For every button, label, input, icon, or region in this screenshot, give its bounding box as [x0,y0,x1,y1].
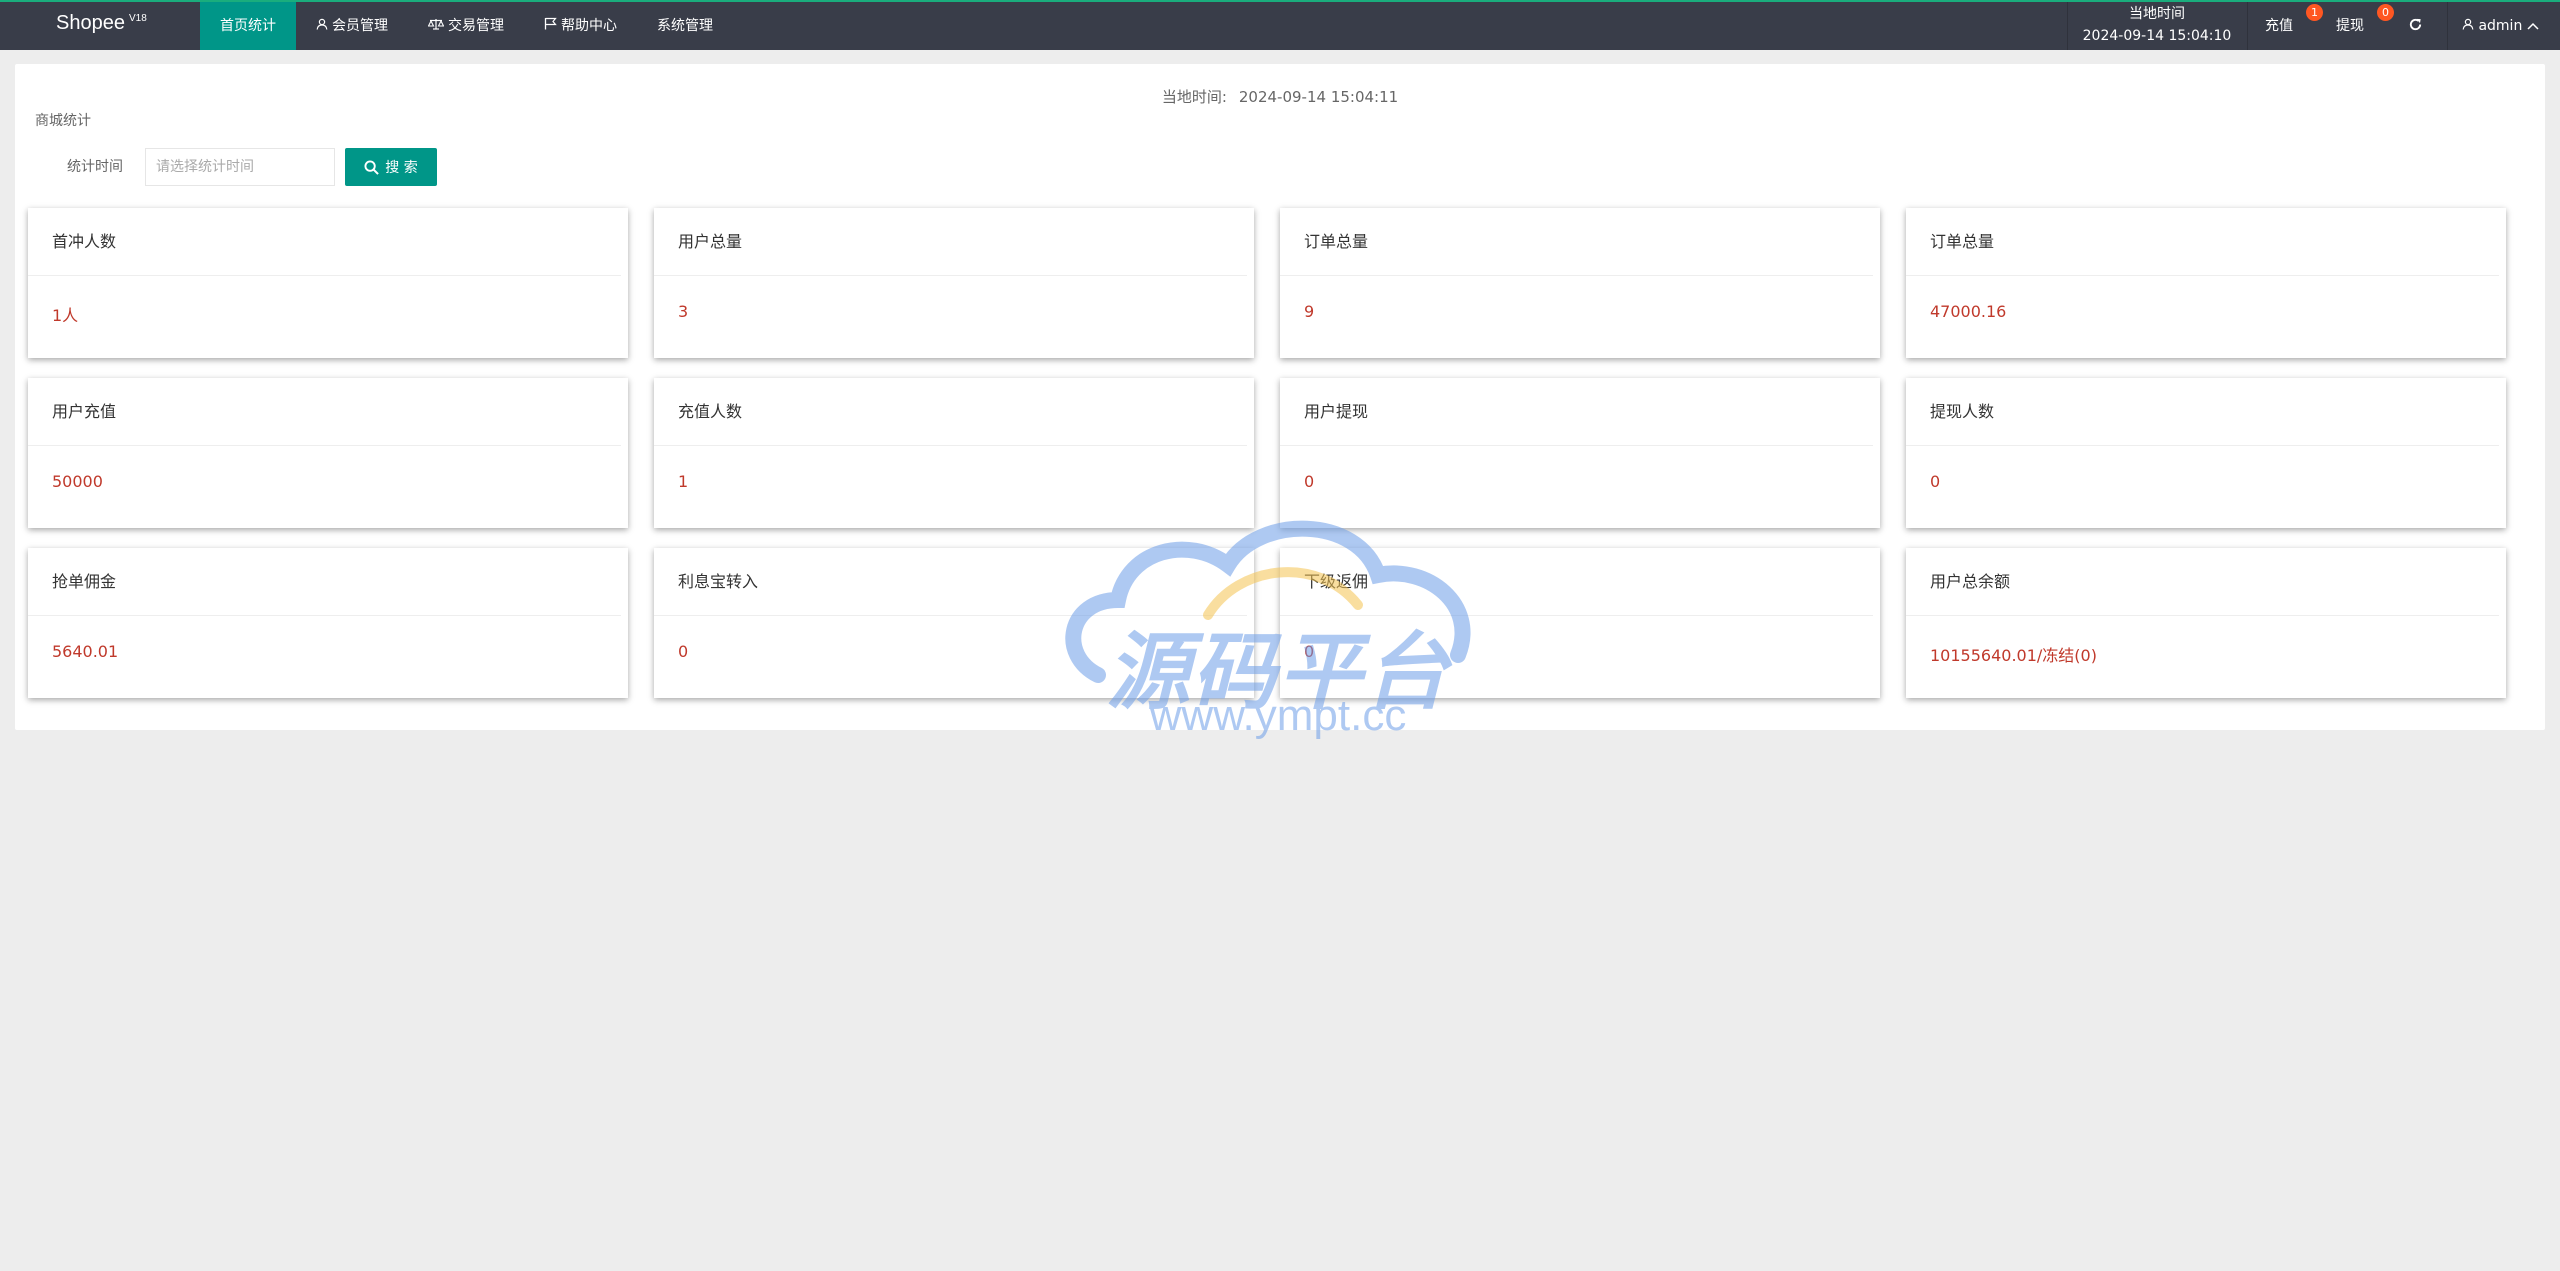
stat-card-title: 用户总余额 [1906,548,2499,616]
stat-card-title: 下级返佣 [1280,548,1873,616]
stat-card-value: 0 [1304,472,1315,491]
nav-trade-management[interactable]: 交易管理 [408,2,524,50]
stat-card-title: 用户充值 [28,378,621,446]
nav-label: 首页统计 [220,18,276,34]
nav-member-management[interactable]: 会员管理 [296,2,408,50]
brand-name: Shopee [56,12,125,34]
stat-card-value: 9 [1304,302,1315,321]
nav-label: 系统管理 [657,18,713,34]
stat-card-title: 充值人数 [654,378,1247,446]
stat-card-title: 用户总量 [654,208,1247,276]
recharge-button[interactable]: 充值 1 [2265,2,2323,50]
stat-card-title: 提现人数 [1906,378,2499,446]
recharge-badge: 1 [2306,4,2323,21]
stat-card-value: 47000.16 [1930,302,2007,321]
stat-card-title: 用户提现 [1280,378,1873,446]
divider [2447,2,2448,50]
refresh-icon [2408,18,2423,36]
withdraw-label: 提现 [2336,18,2364,34]
search-label: 搜 索 [385,160,418,176]
stat-card-value: 0 [1304,642,1315,661]
stat-card-title: 利息宝转入 [654,548,1247,616]
stat-card-grab-commission: 抢单佣金 5640.01 [28,548,628,698]
stat-card-total-balance: 用户总余额 10155640.01/冻结(0) [1906,548,2506,698]
section-title: 商城统计 [35,113,91,129]
stat-card-sub-commission: 下级返佣 0 [1280,548,1880,698]
user-name: admin [2478,18,2523,34]
stat-card-order-amount: 订单总量 47000.16 [1906,208,2506,358]
brand-version: V18 [128,13,147,25]
scale-icon [427,3,445,51]
stat-card-recharge-users: 充值人数 1 [654,378,1254,528]
withdraw-badge: 0 [2377,4,2394,21]
stat-card-withdraw-users: 提现人数 0 [1906,378,2506,528]
user-icon [316,3,328,51]
nav-system-management[interactable]: 系统管理 [637,2,733,50]
stat-card-value: 1人 [52,306,79,325]
stat-card-title: 订单总量 [1280,208,1873,276]
nav-label: 会员管理 [332,18,388,34]
stat-card-title: 抢单佣金 [28,548,621,616]
main-nav: 首页统计 会员管理 交易管理 帮助中心 系统管理 [200,2,733,50]
stat-card-value: 3 [678,302,689,321]
user-menu[interactable]: admin [2462,2,2539,50]
divider [2247,2,2248,50]
stat-card-value: 0 [1930,472,1941,491]
panel-time-value: 2024-09-14 15:04:11 [1238,88,1399,106]
stat-card-value: 0 [678,642,689,661]
stat-card-title: 首冲人数 [28,208,621,276]
flag-icon [544,3,557,51]
stat-card-title: 订单总量 [1906,208,2499,276]
search-button[interactable]: 搜 索 [345,148,437,186]
stat-card-value: 10155640.01/冻结(0) [1930,646,2097,665]
stat-card-user-withdraw: 用户提现 0 [1280,378,1880,528]
chevron-up-icon [2527,18,2539,34]
stat-card-total-orders: 订单总量 9 [1280,208,1880,358]
nav-label: 交易管理 [448,18,504,34]
nav-help-center[interactable]: 帮助中心 [524,2,637,50]
stat-time-input[interactable] [145,148,335,186]
recharge-label: 充值 [2265,18,2293,34]
refresh-button[interactable] [2408,17,2423,35]
panel-local-time: 当地时间: 2024-09-14 15:04:11 [15,86,2545,107]
stat-card-value: 1 [678,472,689,491]
panel-time-label: 当地时间: [1161,88,1227,106]
nav-label: 帮助中心 [561,18,617,34]
search-icon [364,159,380,175]
stat-card-interest-transfer: 利息宝转入 0 [654,548,1254,698]
divider [2067,2,2068,50]
stat-card-first-recharge-users: 首冲人数 1人 [28,208,628,358]
local-time-value: 2024-09-14 15:04:10 [2082,28,2232,44]
stat-card-total-users: 用户总量 3 [654,208,1254,358]
stat-card-value: 5640.01 [52,642,119,661]
top-bar: Shopee V18 首页统计 会员管理 交易管理 帮助中心 系统管理 当地时间 … [0,0,2560,50]
stat-card-user-recharge: 用户充值 50000 [28,378,628,528]
withdraw-button[interactable]: 提现 0 [2336,2,2394,50]
brand-logo[interactable]: Shopee V18 [56,12,147,35]
filter-label: 统计时间 [67,159,123,175]
user-icon [2462,18,2478,34]
stat-card-value: 50000 [52,472,103,491]
local-time-label: 当地时间 [2129,6,2185,22]
header-local-time: 当地时间 2024-09-14 15:04:10 [2082,3,2232,47]
nav-home-stats[interactable]: 首页统计 [200,2,296,50]
